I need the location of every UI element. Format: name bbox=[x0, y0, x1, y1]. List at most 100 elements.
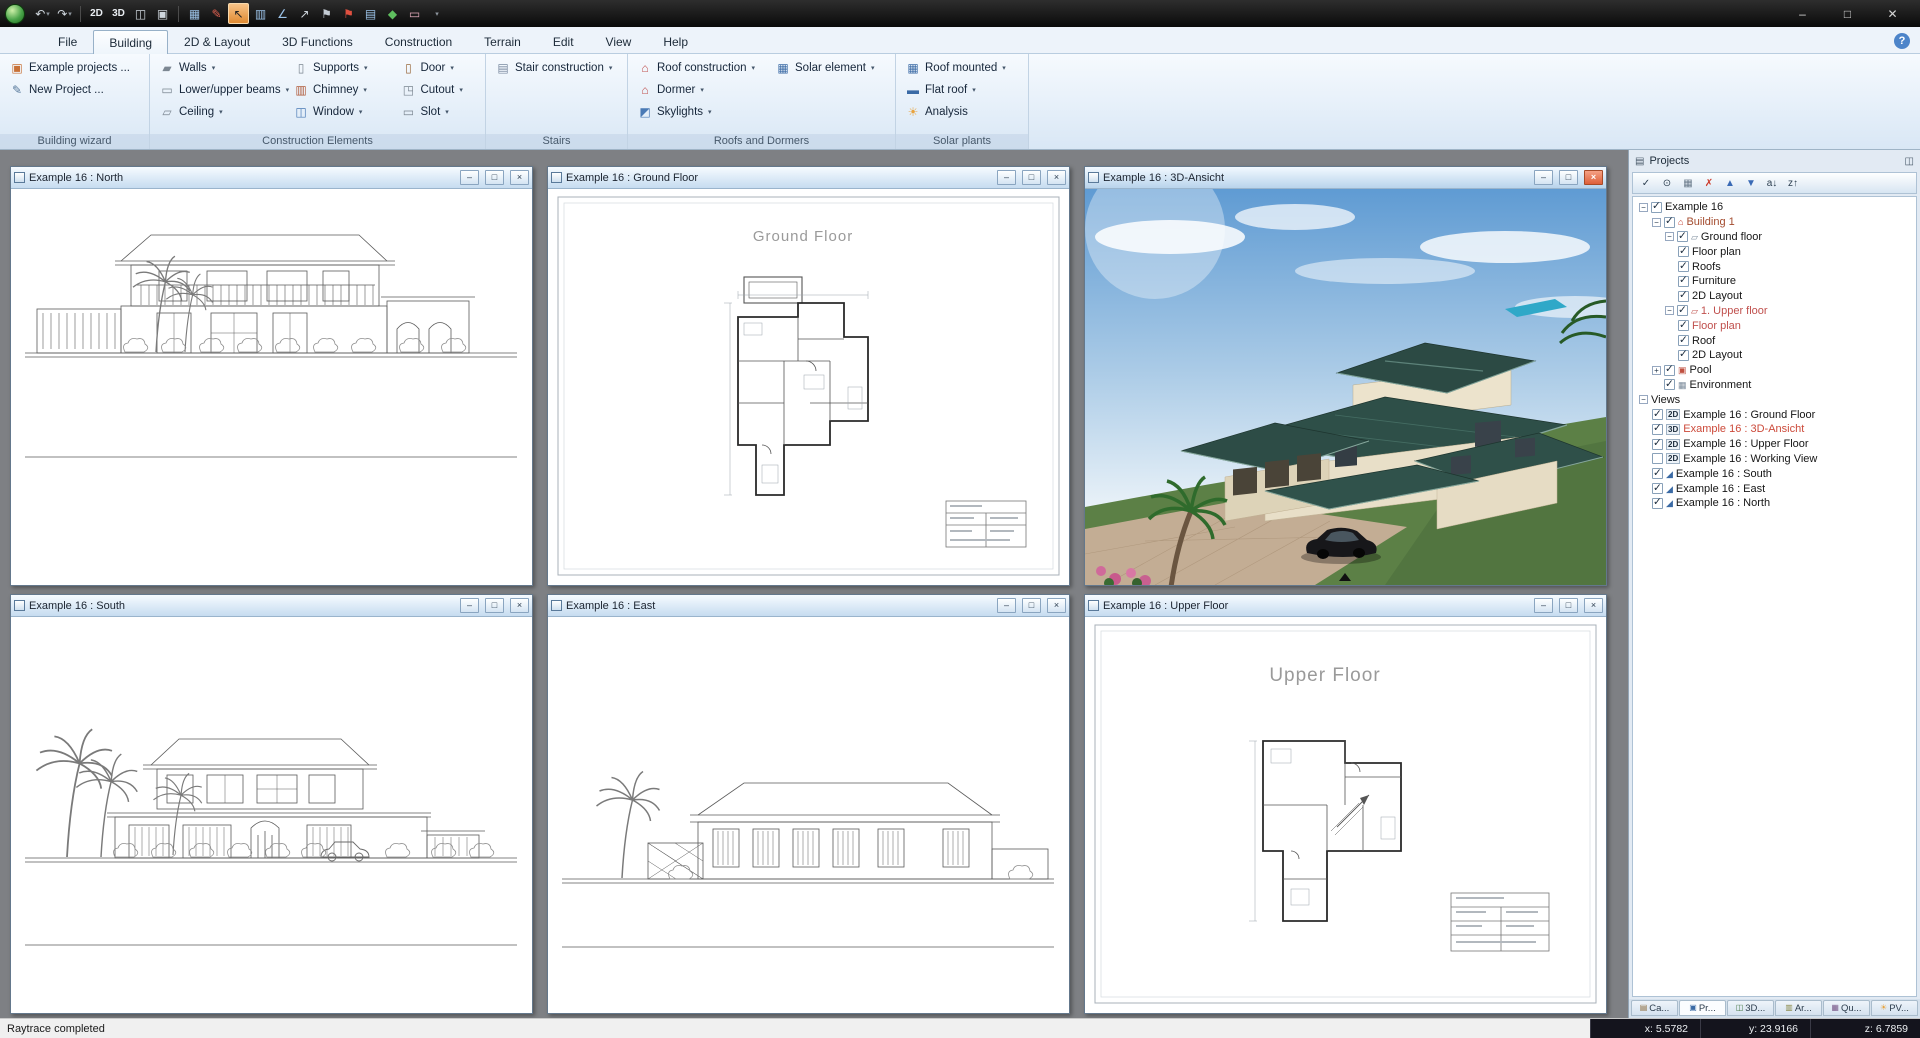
tree-item-upper-floor[interactable]: −▱1. Upper floor bbox=[1633, 304, 1916, 319]
tab-3d-functions[interactable]: 3D Functions bbox=[266, 29, 369, 53]
diamond-icon[interactable]: ◆ bbox=[382, 3, 403, 24]
window-titlebar[interactable]: Example 16 : Ground Floor – □ × bbox=[548, 167, 1069, 189]
sort-ascending-icon[interactable]: a↓ bbox=[1763, 175, 1781, 191]
render-canvas-3d[interactable] bbox=[1085, 189, 1606, 585]
skylights-button[interactable]: ◩Skylights▾ bbox=[634, 102, 762, 122]
checkbox[interactable] bbox=[1678, 261, 1689, 272]
dropdown-arrow-icon[interactable]: ▾ bbox=[752, 64, 756, 72]
dropdown-arrow-icon[interactable]: ▾ bbox=[609, 64, 613, 72]
window-north[interactable]: Example 16 : North – □ × bbox=[10, 166, 533, 586]
collapse-icon[interactable]: − bbox=[1639, 395, 1648, 404]
tree-item-gf-furniture[interactable]: Furniture bbox=[1633, 274, 1916, 289]
tree-view-working-view[interactable]: 2DExample 16 : Working View bbox=[1633, 452, 1916, 467]
dropdown-arrow-icon[interactable]: ▾ bbox=[871, 64, 875, 72]
refresh-icon[interactable]: ▦ bbox=[1679, 175, 1697, 191]
tab-help[interactable]: Help bbox=[647, 29, 704, 53]
tree-item-gf-floor-plan[interactable]: Floor plan bbox=[1633, 244, 1916, 259]
window-east[interactable]: Example 16 : East – □ × bbox=[547, 594, 1070, 1014]
checkbox[interactable] bbox=[1652, 424, 1663, 435]
checkbox[interactable] bbox=[1652, 483, 1663, 494]
slot-button[interactable]: ▭Slot▾ bbox=[397, 102, 479, 122]
checkbox[interactable] bbox=[1678, 335, 1689, 346]
tab-edit[interactable]: Edit bbox=[537, 29, 590, 53]
help-icon[interactable]: ? bbox=[1894, 33, 1910, 49]
tab-2d-layout[interactable]: 2D & Layout bbox=[168, 29, 266, 53]
dropdown-arrow-icon[interactable]: ▾ bbox=[1002, 64, 1006, 72]
dormer-button[interactable]: ⌂Dormer▾ bbox=[634, 80, 762, 100]
red-flag-icon[interactable]: ⚑ bbox=[338, 3, 359, 24]
dropdown-arrow-icon[interactable]: ▾ bbox=[212, 64, 216, 72]
app-close-button[interactable]: ✕ bbox=[1870, 0, 1915, 27]
window-titlebar[interactable]: Example 16 : East – □ × bbox=[548, 595, 1069, 617]
delete-icon[interactable]: ✗ bbox=[1700, 175, 1718, 191]
checkbox[interactable] bbox=[1664, 365, 1675, 376]
checkbox[interactable] bbox=[1652, 409, 1663, 420]
checkbox[interactable] bbox=[1678, 291, 1689, 302]
checkbox[interactable] bbox=[1678, 246, 1689, 257]
tree-item-pool[interactable]: +▣Pool bbox=[1633, 363, 1916, 378]
door-button[interactable]: ▯Door▾ bbox=[397, 58, 479, 78]
tree-item-uf-2d-layout[interactable]: 2D Layout bbox=[1633, 348, 1916, 363]
collapse-icon[interactable]: − bbox=[1665, 232, 1674, 241]
cascade-windows-icon[interactable]: ▣ bbox=[152, 3, 173, 24]
panel-tab-pv[interactable]: ☀PV... bbox=[1871, 1000, 1918, 1016]
layers-icon[interactable]: ▤ bbox=[360, 3, 381, 24]
dropdown-arrow-icon[interactable]: ▾ bbox=[363, 86, 367, 94]
tile-windows-icon[interactable]: ◫ bbox=[130, 3, 151, 24]
tree-item-building[interactable]: −⌂Building 1 bbox=[1633, 215, 1916, 230]
tree-item-gf-2d-layout[interactable]: 2D Layout bbox=[1633, 289, 1916, 304]
tree-item-project[interactable]: −Example 16 bbox=[1633, 200, 1916, 215]
cutout-button[interactable]: ◳Cutout▾ bbox=[397, 80, 479, 100]
window-maximize-button[interactable]: □ bbox=[1022, 598, 1041, 613]
dropdown-arrow-icon[interactable]: ▾ bbox=[359, 108, 363, 116]
analysis-button[interactable]: ☀Analysis bbox=[902, 102, 1009, 122]
ceiling-button[interactable]: ▱Ceiling▾ bbox=[156, 102, 280, 122]
window-titlebar[interactable]: Example 16 : 3D-Ansicht – □ × bbox=[1085, 167, 1606, 189]
tree-item-uf-roof[interactable]: Roof bbox=[1633, 333, 1916, 348]
tab-terrain[interactable]: Terrain bbox=[468, 29, 537, 53]
checkbox[interactable] bbox=[1678, 320, 1689, 331]
dropdown-arrow-icon[interactable]: ▾ bbox=[46, 10, 50, 18]
tree-view-east[interactable]: ◢Example 16 : East bbox=[1633, 481, 1916, 496]
dropdown-arrow-icon[interactable]: ▾ bbox=[219, 108, 223, 116]
stair-construction-button[interactable]: ▤Stair construction▾ bbox=[492, 58, 615, 78]
dropdown-arrow-icon[interactable]: ▾ bbox=[445, 108, 449, 116]
window-minimize-button[interactable]: – bbox=[997, 598, 1016, 613]
roof-mounted-button[interactable]: ▦Roof mounted▾ bbox=[902, 58, 1009, 78]
flag-icon[interactable]: ⚑ bbox=[316, 3, 337, 24]
tab-construction[interactable]: Construction bbox=[369, 29, 468, 53]
window-close-button[interactable]: × bbox=[1047, 598, 1066, 613]
checkbox[interactable] bbox=[1678, 350, 1689, 361]
move-up-icon[interactable]: ▲ bbox=[1721, 175, 1739, 191]
window-south[interactable]: Example 16 : South – □ × bbox=[10, 594, 533, 1014]
window-maximize-button[interactable]: □ bbox=[1559, 598, 1578, 613]
drawing-canvas-south[interactable] bbox=[11, 617, 532, 1013]
checkbox[interactable] bbox=[1677, 231, 1688, 242]
tab-view[interactable]: View bbox=[590, 29, 648, 53]
tree-view-upper-floor[interactable]: 2DExample 16 : Upper Floor bbox=[1633, 437, 1916, 452]
dropdown-arrow-icon[interactable]: ▾ bbox=[364, 64, 368, 72]
drawing-canvas-upper-floor[interactable]: Upper Floor bbox=[1085, 617, 1606, 1013]
panel-tab-quantities[interactable]: ▦Qu... bbox=[1823, 1000, 1870, 1016]
collapse-icon[interactable]: − bbox=[1639, 203, 1648, 212]
tree-view-north[interactable]: ◢Example 16 : North bbox=[1633, 496, 1916, 511]
view-3d-button[interactable]: 3D bbox=[108, 3, 129, 24]
window-maximize-button[interactable]: □ bbox=[485, 170, 504, 185]
window-titlebar[interactable]: Example 16 : South – □ × bbox=[11, 595, 532, 617]
dropdown-arrow-icon[interactable]: ▾ bbox=[450, 64, 454, 72]
example-projects-button[interactable]: ▣Example projects ... bbox=[6, 58, 133, 78]
drawing-canvas-east[interactable] bbox=[548, 617, 1069, 1013]
select-tool-icon[interactable]: ↖ bbox=[228, 3, 249, 24]
window-upper-floor[interactable]: Example 16 : Upper Floor – □ × Upper Flo… bbox=[1084, 594, 1607, 1014]
window-maximize-button[interactable]: □ bbox=[485, 598, 504, 613]
window-minimize-button[interactable]: – bbox=[997, 170, 1016, 185]
tab-file[interactable]: File bbox=[42, 29, 93, 53]
columns-icon[interactable]: ▥ bbox=[250, 3, 271, 24]
window-close-button[interactable]: × bbox=[1584, 598, 1603, 613]
tree-view-ground-floor[interactable]: 2DExample 16 : Ground Floor bbox=[1633, 407, 1916, 422]
tree-item-gf-roofs[interactable]: Roofs bbox=[1633, 259, 1916, 274]
window-minimize-button[interactable]: – bbox=[460, 598, 479, 613]
window-3d-view[interactable]: Example 16 : 3D-Ansicht – □ × bbox=[1084, 166, 1607, 586]
tree-item-views[interactable]: −Views bbox=[1633, 392, 1916, 407]
checkbox[interactable] bbox=[1652, 468, 1663, 479]
